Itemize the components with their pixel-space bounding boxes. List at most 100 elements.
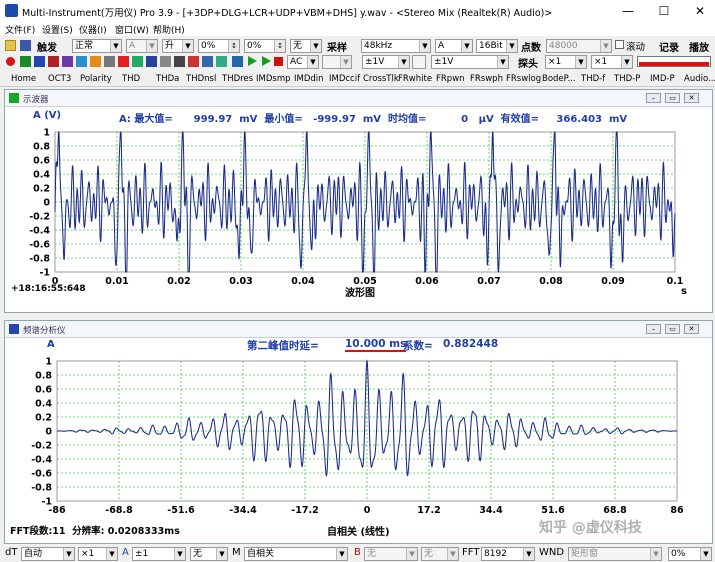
db-icon[interactable]	[202, 56, 213, 67]
sample-rate-select[interactable]: 48kHz ▼	[361, 39, 431, 53]
dc-icon[interactable]	[188, 56, 199, 67]
window-function-select[interactable]: 矩形窗 ▼	[568, 547, 662, 561]
minimize-button[interactable]: —	[611, 0, 645, 22]
cursor-icon[interactable]	[174, 56, 185, 67]
range-b-select[interactable]: ±1V ▼	[431, 55, 509, 69]
math-mode-select[interactable]: 自相关 ▼	[244, 547, 348, 561]
stop-icon[interactable]	[274, 57, 283, 66]
coupling-select[interactable]: AC ▼	[287, 55, 319, 69]
generator-icon[interactable]	[62, 56, 73, 67]
spectrum-minimize-button[interactable]: –	[646, 324, 661, 334]
level-meter-fill	[639, 62, 709, 66]
record-dot-icon[interactable]	[6, 57, 15, 66]
scope-close-button[interactable]: ✕	[684, 93, 699, 103]
tab-thdres[interactable]: THDres	[222, 74, 253, 84]
b-option-select[interactable]: 无 ▼	[364, 547, 418, 561]
save-icon[interactable]	[20, 40, 31, 51]
bit-depth-select[interactable]: 16Bit ▼	[476, 39, 518, 53]
overlap-select[interactable]: 0% ▼	[668, 547, 712, 561]
open-folder-icon[interactable]	[5, 40, 16, 51]
menu-instruments[interactable]: 仪器(I)	[79, 23, 107, 36]
tab-oct3[interactable]: OCT3	[48, 74, 71, 84]
tab-frswph[interactable]: FRswph	[470, 74, 503, 84]
trigger-channel-select[interactable]: A ▼	[126, 39, 158, 53]
spectrum-close-button[interactable]: ✕	[684, 324, 699, 334]
tab-crosstlk[interactable]: CrossTlk	[363, 74, 399, 84]
coupling-select-b[interactable]: ▼	[322, 55, 352, 69]
tab-imdccif[interactable]: IMDccif	[329, 74, 360, 84]
a-range-select[interactable]: ±1 ▼	[132, 547, 186, 561]
average-icon[interactable]	[216, 56, 227, 67]
loop-icon[interactable]	[104, 56, 115, 67]
tab-home[interactable]: Home	[11, 74, 36, 84]
signal-level-meter	[637, 56, 711, 67]
menu-settings[interactable]: 设置(S)	[42, 23, 73, 36]
tab-thda[interactable]: THDa	[156, 74, 179, 84]
tab-frwhite[interactable]: FRwhite	[398, 74, 432, 84]
multimeter-icon[interactable]	[48, 56, 59, 67]
x-tick-label: 34.4	[479, 505, 503, 516]
dds-icon[interactable]	[76, 56, 87, 67]
tab-frpwn[interactable]: FRpwn	[436, 74, 465, 84]
run-once-icon[interactable]	[262, 56, 271, 66]
input-channel-select[interactable]: A ▼	[435, 39, 473, 53]
probe-b-select[interactable]: ×1 ▼	[591, 55, 633, 69]
wrench-icon[interactable]	[232, 56, 243, 67]
scroll-checkbox[interactable]	[615, 40, 624, 49]
x-tick-label: -17.2	[291, 505, 318, 516]
range-a-select[interactable]: ±1V ▼	[362, 55, 410, 69]
b-option-select-2[interactable]: 无 ▼	[421, 547, 459, 561]
tab-polarity[interactable]: Polarity	[80, 74, 112, 84]
a-option-select[interactable]: 无 ▼	[190, 547, 228, 561]
y-tick-label: -0.8	[29, 254, 50, 265]
points-label: 点数	[521, 43, 541, 54]
run-icon[interactable]	[248, 56, 257, 66]
tab-thd[interactable]: THD	[122, 74, 140, 84]
window-title: Multi-Instrument(万用仪) Pro 3.9 - [+3DP+DL…	[22, 8, 553, 19]
device-icon[interactable]	[146, 56, 157, 67]
tab-thdnsl[interactable]: THDnsl	[186, 74, 216, 84]
tab-frswlog[interactable]: FRswlog	[506, 74, 541, 84]
scope-minimize-button[interactable]: –	[646, 93, 661, 103]
sweep-icon[interactable]	[132, 56, 143, 67]
fft-info-readout: FFT段数:11 分辨率: 0.0208333ms	[10, 526, 180, 537]
tab-audio-[interactable]: Audio...	[684, 74, 715, 84]
tab-imddin[interactable]: IMDdin	[294, 74, 324, 84]
menu-help[interactable]: 帮助(H)	[153, 23, 185, 36]
autocorrelation-chart[interactable]: 10.80.60.40.20-0.2-0.4-0.6-0.8-1-86 -68.8…	[5, 349, 712, 533]
range-a2-select[interactable]	[412, 55, 426, 69]
oscilloscope-icon[interactable]	[20, 56, 31, 67]
play-button[interactable]: 播放	[689, 39, 709, 54]
record-button[interactable]: 记录	[659, 39, 679, 54]
chart-icon[interactable]	[118, 56, 129, 67]
grid-icon[interactable]	[90, 56, 101, 67]
trigger-edge-select[interactable]: 升 ▼	[162, 39, 194, 53]
tab-bodep-[interactable]: BodeP...	[542, 74, 576, 84]
settings-icon[interactable]	[160, 56, 171, 67]
menu-file[interactable]: 文件(F)	[5, 23, 35, 36]
tab-thd-p[interactable]: THD-P	[614, 74, 640, 84]
spectrum-restore-button[interactable]: ▭	[665, 324, 680, 334]
fft-size-select[interactable]: 8192 ▼	[481, 547, 535, 561]
close-button[interactable]: ✕	[683, 0, 715, 22]
menu-window[interactable]: 窗口(W)	[115, 23, 149, 36]
points-select[interactable]: 48000 ▼	[546, 39, 612, 53]
tab-imd-p[interactable]: IMD-P	[650, 74, 675, 84]
x-tick-label: 0.06	[415, 276, 439, 287]
trigger-mode-select[interactable]: 正常 ▼	[72, 39, 122, 53]
maximize-button[interactable]: ☐	[647, 0, 681, 22]
spectrum-icon[interactable]	[34, 56, 45, 67]
waveform-chart[interactable]: 10.80.60.40.20-0.2-0.4-0.6-0.8-10 0.01 0.0…	[5, 120, 712, 310]
tab-imdsmp[interactable]: IMDsmp	[256, 74, 291, 84]
probe-a-select[interactable]: ×1 ▼	[545, 55, 587, 69]
pretrigger-field[interactable]: 0% ↕	[244, 39, 286, 53]
tab-thd-f[interactable]: THD-f	[581, 74, 605, 84]
scope-restore-button[interactable]: ▭	[665, 93, 680, 103]
trigger-level-field[interactable]: 0% ↕	[198, 39, 240, 53]
sample-rate-label: 采样	[327, 43, 347, 54]
x-scale-select[interactable]: ×1 ▼	[78, 547, 118, 561]
toolbar-acquisition: 触发 正常 ▼ A ▼ 升 ▼ 0% ↕ 0% ↕ 无 ▼ 采样 48kHz ▼ A ▼ 16B…	[0, 37, 715, 54]
trigger-option-select[interactable]: 无 ▼	[290, 39, 322, 53]
x-tick-label: -34.4	[229, 505, 257, 516]
dt-select[interactable]: 自动 ▼	[21, 547, 75, 561]
